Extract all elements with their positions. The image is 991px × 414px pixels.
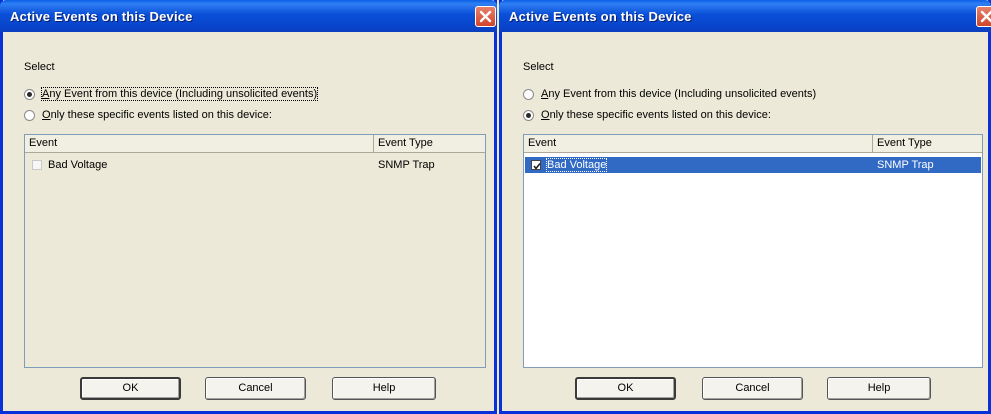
column-header-event-type[interactable]: Event Type	[873, 135, 982, 152]
select-group-label: Select	[24, 61, 55, 73]
event-type: SNMP Trap	[378, 159, 435, 171]
event-name: Bad Voltage	[545, 158, 608, 172]
title-bar[interactable]: Active Events on this Device	[499, 0, 991, 32]
ok-button[interactable]: OK	[80, 377, 181, 400]
column-header-event[interactable]: Event	[25, 135, 374, 152]
close-button[interactable]	[475, 6, 496, 27]
help-button[interactable]: Help	[827, 377, 931, 400]
events-list[interactable]: Event Event Type Bad Voltage SNMP Trap	[523, 134, 983, 368]
radio-button[interactable]	[24, 89, 35, 100]
radio-button[interactable]	[24, 110, 35, 121]
event-type: SNMP Trap	[877, 159, 934, 171]
checkmark-icon	[533, 163, 541, 170]
dialog-title: Active Events on this Device	[509, 9, 692, 24]
list-header: Event Event Type	[25, 135, 485, 153]
column-header-event[interactable]: Event	[524, 135, 873, 152]
ok-button[interactable]: OK	[575, 377, 676, 400]
close-button[interactable]	[976, 6, 991, 27]
close-x-icon	[479, 10, 492, 23]
event-name: Bad Voltage	[48, 159, 108, 171]
option-label[interactable]: Any Event from this device (Including un…	[40, 87, 319, 101]
list-header: Event Event Type	[524, 135, 982, 153]
cancel-button[interactable]: Cancel	[702, 377, 803, 400]
radio-button[interactable]	[523, 110, 534, 121]
cancel-button[interactable]: Cancel	[205, 377, 306, 400]
select-group-label: Select	[523, 61, 554, 73]
list-row[interactable]: Bad Voltage SNMP Trap	[525, 157, 981, 173]
dialog-title: Active Events on this Device	[10, 9, 193, 24]
column-header-event-type[interactable]: Event Type	[374, 135, 485, 152]
dialog-right: Active Events on this Device Select Any …	[499, 0, 991, 414]
list-row[interactable]: Bad Voltage SNMP Trap	[26, 157, 484, 173]
events-list[interactable]: Event Event Type Bad Voltage SNMP Trap	[24, 134, 486, 368]
help-button[interactable]: Help	[332, 377, 436, 400]
title-bar[interactable]: Active Events on this Device	[0, 0, 497, 32]
option-label[interactable]: Any Event from this device (Including un…	[541, 88, 816, 100]
radio-button[interactable]	[523, 89, 534, 100]
row-checkbox[interactable]	[32, 160, 42, 170]
row-checkbox[interactable]	[531, 160, 541, 170]
option-label[interactable]: Only these specific events listed on thi…	[541, 109, 771, 121]
close-x-icon	[980, 10, 991, 23]
option-label[interactable]: Only these specific events listed on thi…	[42, 109, 272, 121]
dialog-left: Active Events on this Device Select Any …	[0, 0, 497, 414]
